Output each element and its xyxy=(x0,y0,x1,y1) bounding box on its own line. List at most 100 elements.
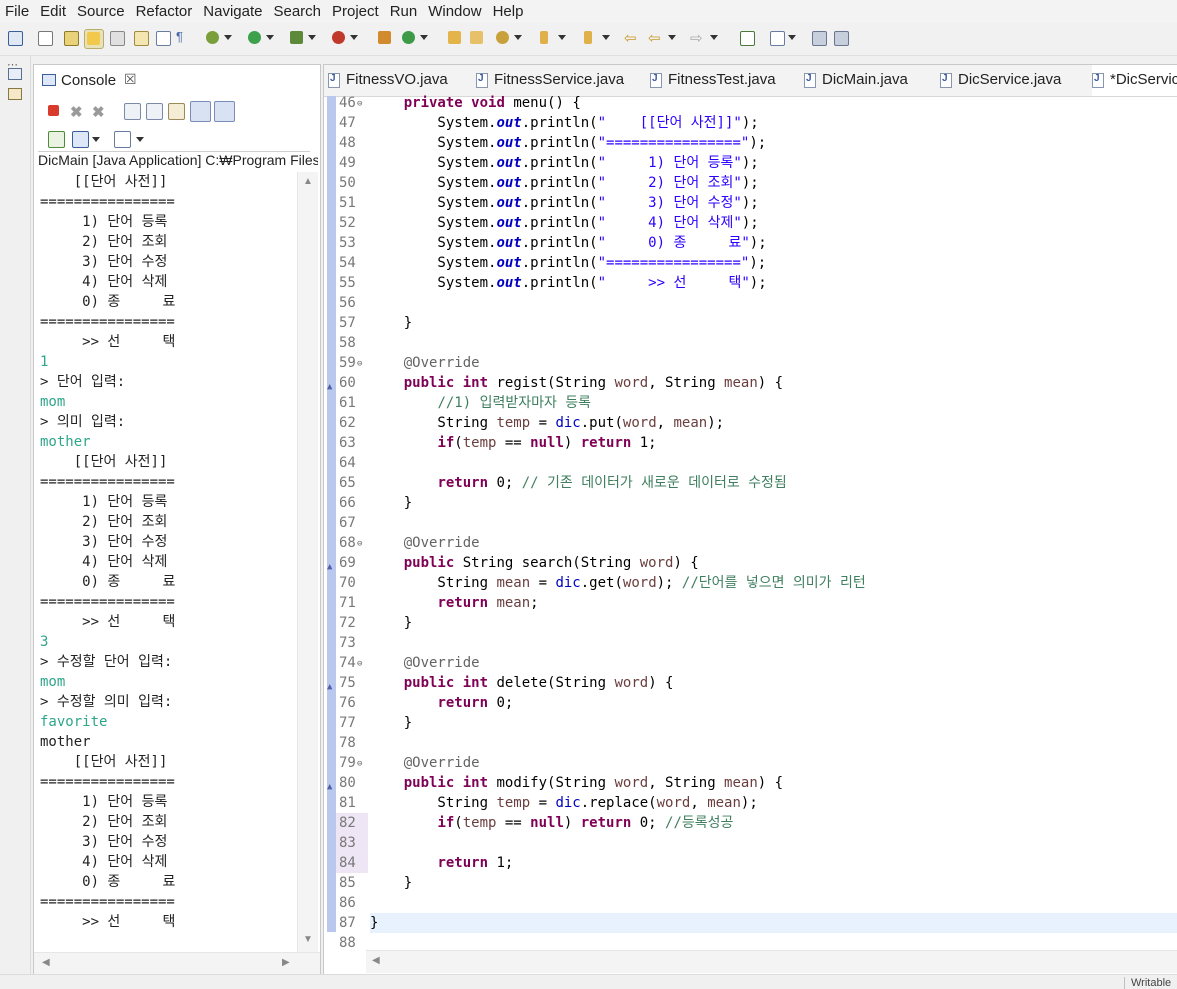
code-line[interactable]: System.out.println(" 3) 단어 수정"); xyxy=(370,193,1177,213)
open-type-icon[interactable] xyxy=(446,29,464,47)
code-line[interactable] xyxy=(370,293,1177,313)
forward-icon[interactable]: ⇨ xyxy=(690,29,718,47)
coverage-icon[interactable] xyxy=(288,29,316,47)
code-line[interactable] xyxy=(370,513,1177,533)
word-wrap-icon[interactable] xyxy=(168,103,185,120)
code-line[interactable]: System.out.println("================"); xyxy=(370,133,1177,153)
fold-collapse-icon[interactable]: ⊖ xyxy=(357,354,362,374)
open-console-dropdown-icon[interactable] xyxy=(136,137,144,142)
code-line[interactable]: return 0; xyxy=(370,693,1177,713)
code-line[interactable] xyxy=(370,333,1177,353)
last-edit-location-icon[interactable]: ⇦ xyxy=(624,29,642,47)
display-console-dropdown-icon[interactable] xyxy=(92,137,100,142)
editor-tab[interactable]: DicMain.java xyxy=(804,65,940,96)
editor-horizontal-scrollbar[interactable]: ◀ xyxy=(366,950,1177,973)
code-line[interactable]: String mean = dic.get(word); //단어를 넣으면 의… xyxy=(370,573,1177,593)
fold-collapse-icon[interactable]: ⊖ xyxy=(357,534,362,554)
code-line[interactable]: System.out.println(" 1) 단어 등록"); xyxy=(370,153,1177,173)
external-tools-icon[interactable] xyxy=(330,29,358,47)
menu-navigate[interactable]: Navigate xyxy=(198,0,268,20)
editor-tab[interactable]: FitnessTest.java xyxy=(650,65,804,96)
scroll-up-icon[interactable]: ▲ xyxy=(303,176,313,187)
open-task-icon[interactable] xyxy=(468,29,486,47)
code-line[interactable]: public String search(String word) { xyxy=(370,553,1177,573)
code-line[interactable]: System.out.println("================"); xyxy=(370,253,1177,273)
menu-help[interactable]: Help xyxy=(488,0,530,20)
back-icon[interactable]: ⇦ xyxy=(648,29,676,47)
code-line[interactable]: System.out.println(" 2) 단어 조회"); xyxy=(370,173,1177,193)
fold-collapse-icon[interactable]: ⊖ xyxy=(357,94,362,114)
package-explorer-icon[interactable] xyxy=(8,88,22,100)
override-marker-icon[interactable]: ▲ xyxy=(327,377,332,397)
show-whitespace-icon[interactable] xyxy=(132,29,150,47)
remove-all-launches-icon[interactable]: ✖ xyxy=(92,103,107,121)
menu-edit[interactable]: Edit xyxy=(35,0,72,20)
menu-refactor[interactable]: Refactor xyxy=(131,0,199,20)
code-line[interactable] xyxy=(370,733,1177,753)
code-line[interactable]: } xyxy=(370,873,1177,893)
pin-console-icon[interactable] xyxy=(48,131,65,148)
menu-window[interactable]: Window xyxy=(423,0,487,20)
code-line[interactable]: String temp = dic.replace(word, mean); xyxy=(370,793,1177,813)
next-annotation-icon[interactable] xyxy=(62,29,80,47)
code-area[interactable]: private void menu() { System.out.println… xyxy=(370,93,1177,953)
menu-file[interactable]: File xyxy=(0,0,35,20)
code-line[interactable] xyxy=(370,633,1177,653)
save-icon[interactable] xyxy=(810,29,828,47)
debug-icon[interactable] xyxy=(204,29,232,47)
fold-collapse-icon[interactable]: ⊖ xyxy=(357,654,362,674)
code-line[interactable]: //1) 입력받자마자 등록 xyxy=(370,393,1177,413)
run-icon[interactable] xyxy=(246,29,274,47)
scroll-lock-icon[interactable] xyxy=(146,103,163,120)
code-line[interactable] xyxy=(370,893,1177,913)
code-line[interactable]: } xyxy=(370,493,1177,513)
menu-search[interactable]: Search xyxy=(268,0,327,20)
menu-project[interactable]: Project xyxy=(327,0,385,20)
override-marker-icon[interactable]: ▲ xyxy=(327,677,332,697)
code-line[interactable]: System.out.println(" >> 선 택"); xyxy=(370,273,1177,293)
show-source-icon[interactable] xyxy=(154,29,172,47)
code-line[interactable]: return mean; xyxy=(370,593,1177,613)
toggle-breadcrumb-icon[interactable] xyxy=(36,29,54,47)
scroll-right-icon[interactable]: ▶ xyxy=(282,957,290,968)
editor-tab[interactable]: FitnessVO.java xyxy=(328,65,476,96)
remove-launch-icon[interactable]: ✖ xyxy=(70,103,85,121)
close-icon[interactable]: ☒ xyxy=(124,71,137,88)
editor-tab[interactable]: DicService.java xyxy=(940,65,1092,96)
scroll-left-icon[interactable]: ◀ xyxy=(372,955,380,966)
code-line[interactable] xyxy=(370,833,1177,853)
code-line[interactable]: return 1; xyxy=(370,853,1177,873)
code-line[interactable]: @Override xyxy=(370,653,1177,673)
new-window-icon[interactable] xyxy=(738,29,756,47)
override-marker-icon[interactable]: ▲ xyxy=(327,557,332,577)
display-console-icon[interactable] xyxy=(72,131,89,148)
menu-run[interactable]: Run xyxy=(385,0,424,20)
clear-console-icon[interactable] xyxy=(124,103,141,120)
terminate-icon[interactable] xyxy=(48,105,59,116)
open-console-icon[interactable] xyxy=(114,131,131,148)
code-line[interactable]: System.out.println(" 0) 종 료"); xyxy=(370,233,1177,253)
new-java-project-icon[interactable] xyxy=(376,29,394,47)
new-perspective-icon[interactable] xyxy=(768,29,796,47)
code-line[interactable]: } xyxy=(370,313,1177,333)
code-line[interactable]: return 0; // 기존 데이터가 새로운 데이터로 수정됨 xyxy=(370,473,1177,493)
show-stderr-icon[interactable] xyxy=(214,101,235,122)
code-line[interactable]: if(temp == null) return 1; xyxy=(370,433,1177,453)
code-line[interactable]: private void menu() { xyxy=(370,93,1177,113)
code-line[interactable]: public int regist(String word, String me… xyxy=(370,373,1177,393)
code-line[interactable]: if(temp == null) return 0; //등록성공 xyxy=(370,813,1177,833)
code-line[interactable]: public int modify(String word, String me… xyxy=(370,773,1177,793)
console-vertical-scrollbar[interactable]: ▲ ▼ xyxy=(297,172,318,952)
console-horizontal-scrollbar[interactable]: ◀ ▶ xyxy=(34,952,320,975)
editor-tab[interactable]: FitnessService.java xyxy=(476,65,650,96)
console-tab[interactable]: Console ☒ xyxy=(34,65,144,95)
code-line[interactable]: System.out.println(" [[단어 사전]]"); xyxy=(370,113,1177,133)
open-perspective-icon[interactable] xyxy=(6,29,24,47)
fold-collapse-icon[interactable]: ⊖ xyxy=(357,754,362,774)
block-selection-icon[interactable] xyxy=(108,29,126,47)
show-stdout-icon[interactable] xyxy=(190,101,211,122)
menu-source[interactable]: Source xyxy=(72,0,131,20)
code-line[interactable]: } xyxy=(370,713,1177,733)
code-line[interactable]: @Override xyxy=(370,353,1177,373)
new-class-icon[interactable] xyxy=(400,29,428,47)
